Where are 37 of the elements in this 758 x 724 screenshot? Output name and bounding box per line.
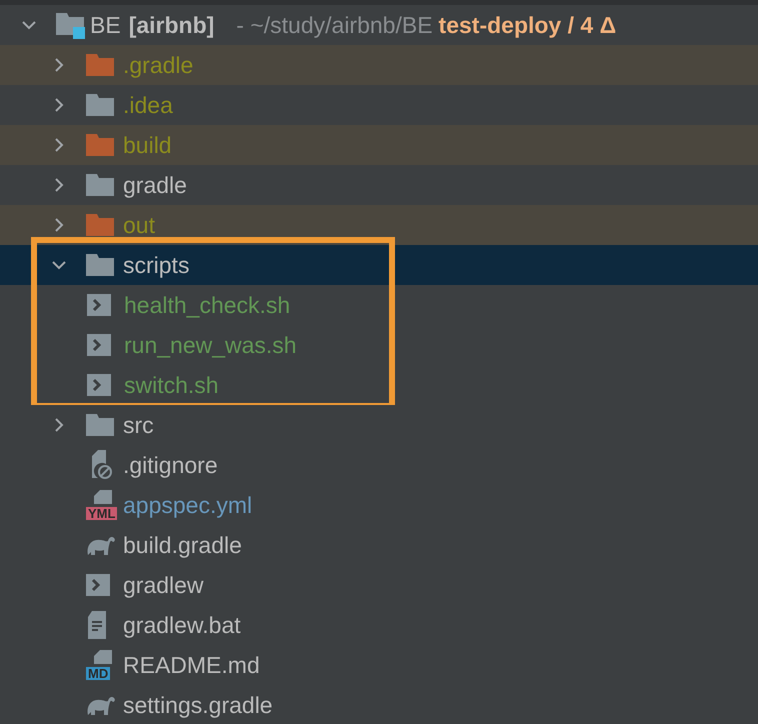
git-branch: test-deploy / 4 Δ xyxy=(438,10,616,40)
folder-icon xyxy=(86,94,114,116)
module-name: [airbnb] xyxy=(128,10,214,40)
terminal-icon xyxy=(87,333,111,357)
folder-icon xyxy=(86,54,114,76)
folder-icon xyxy=(86,214,114,236)
file-name: .idea xyxy=(123,90,173,120)
file-name: gradle xyxy=(123,170,187,200)
file-name: BE xyxy=(90,10,121,40)
file-name: .gitignore xyxy=(123,450,218,480)
file-name: gradlew xyxy=(123,570,204,600)
project-path: - ~/study/airbnb/BE xyxy=(236,10,433,40)
file-name: settings.gradle xyxy=(123,690,273,720)
terminal-icon xyxy=(87,373,111,397)
file-type-badge: YML xyxy=(86,507,118,520)
file-name: .gradle xyxy=(123,50,194,80)
file-name: run_new_was.sh xyxy=(124,330,297,360)
file-name: appspec.yml xyxy=(123,490,252,520)
folder-icon xyxy=(86,174,114,196)
file-name: switch.sh xyxy=(124,370,219,400)
file-name: build.gradle xyxy=(123,530,242,560)
terminal-icon xyxy=(86,573,110,597)
text-file-icon xyxy=(86,611,108,639)
file-type-badge: MD xyxy=(86,667,110,680)
file-name: health_check.sh xyxy=(124,290,290,320)
module-folder-icon xyxy=(56,11,86,39)
file-name: scripts xyxy=(123,250,190,280)
folder-icon xyxy=(86,414,114,436)
selected-tree-row[interactable]: scripts xyxy=(0,245,758,285)
file-name: out xyxy=(123,210,155,240)
folder-icon xyxy=(86,254,114,276)
folder-icon xyxy=(86,134,114,156)
terminal-icon xyxy=(87,293,111,317)
file-name: build xyxy=(123,130,172,160)
file-name: gradlew.bat xyxy=(123,610,241,640)
file-name: README.md xyxy=(123,650,260,680)
file-name: src xyxy=(123,410,154,440)
